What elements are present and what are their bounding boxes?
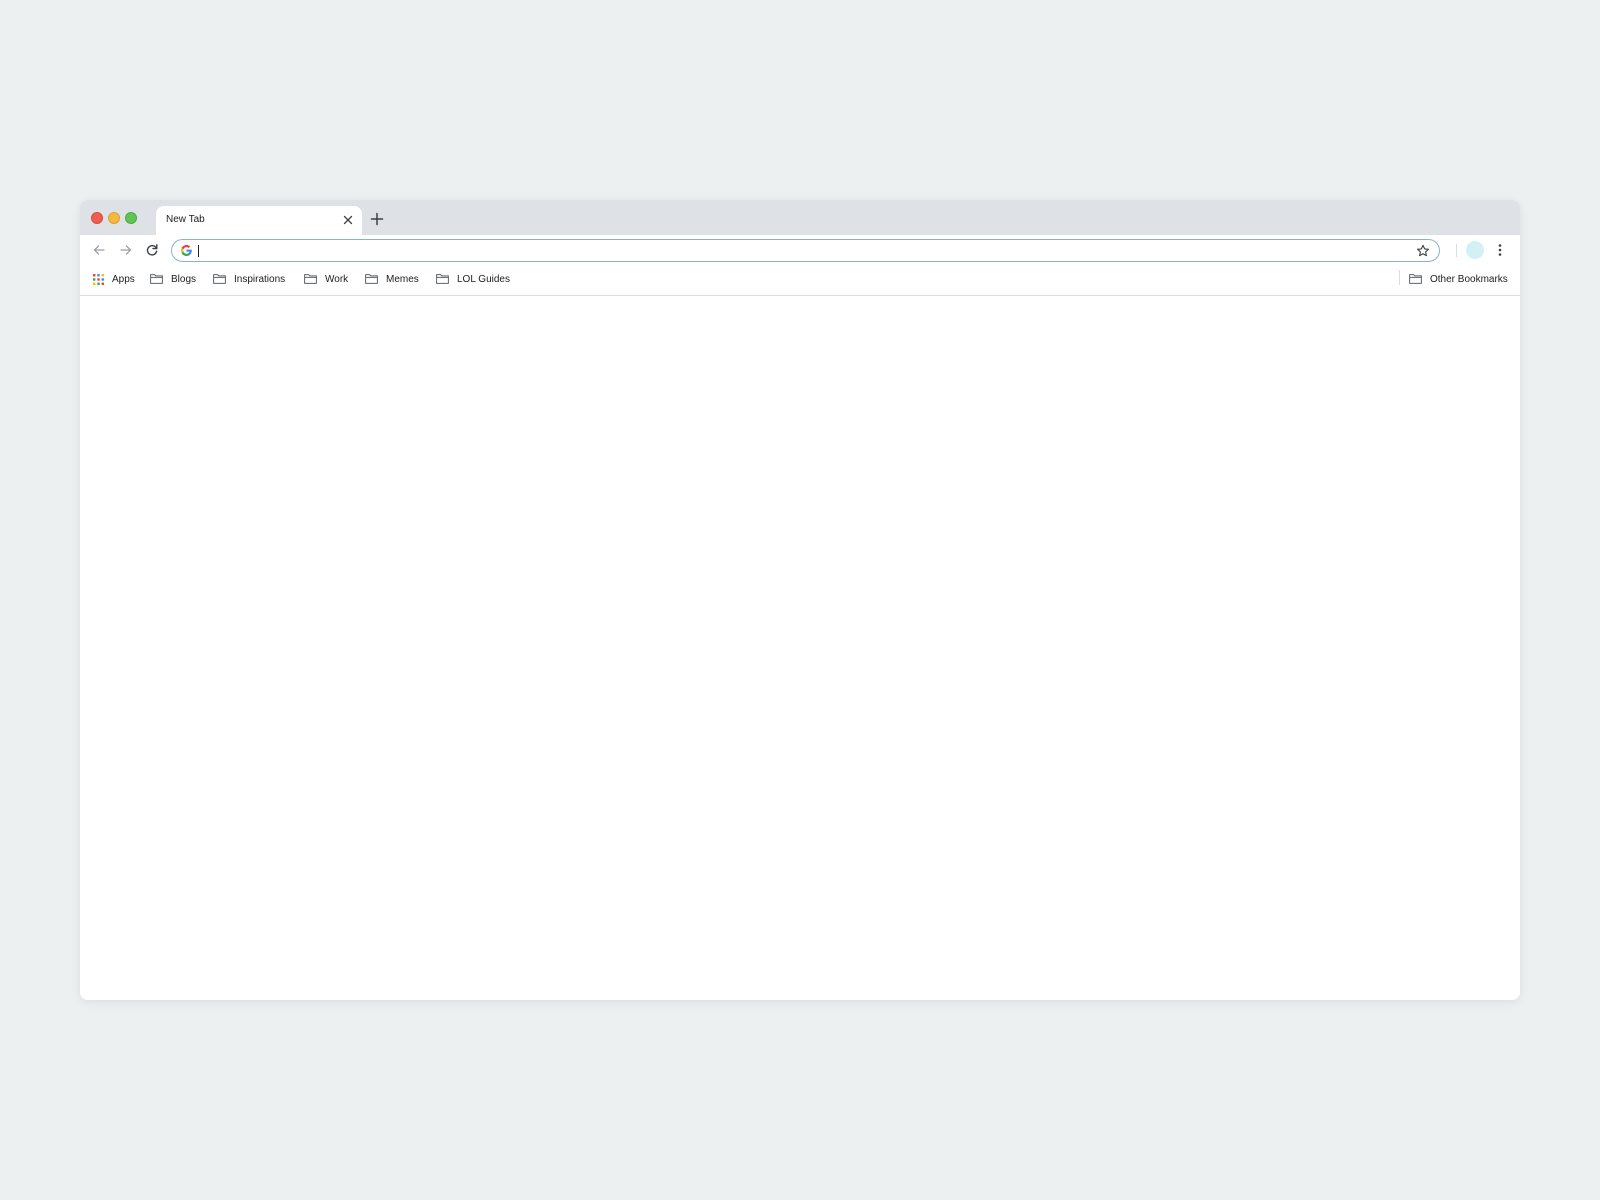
close-icon[interactable] (342, 214, 354, 226)
bookmarks-divider (1399, 270, 1400, 285)
folder-icon (150, 274, 163, 284)
page-content[interactable] (80, 296, 1520, 1000)
bookmark-label: Blogs (171, 273, 197, 285)
google-g-icon (181, 245, 192, 256)
browser-window: New Tab Apps Blogs Inspirations Work Mem… (80, 200, 1520, 1000)
bookmark-folder-blogs[interactable]: Blogs (150, 271, 196, 287)
bookmarks-bar: Apps Blogs Inspirations Work Memes LOL G… (80, 265, 1520, 296)
bookmark-folder-memes[interactable]: Memes (365, 271, 419, 287)
reload-icon[interactable] (145, 243, 159, 257)
window-close-button[interactable] (91, 212, 103, 224)
plus-icon[interactable] (370, 212, 384, 226)
bookmark-label: Work (325, 273, 349, 285)
bookmark-label: Memes (386, 273, 419, 285)
apps-grid-icon (93, 273, 104, 285)
bookmark-folder-other-bookmarks[interactable]: Other Bookmarks (1409, 271, 1508, 287)
bookmark-folder-inspirations[interactable]: Inspirations (213, 271, 285, 287)
bookmark-folder-lol-guides[interactable]: LOL Guides (436, 271, 510, 287)
toolbar (80, 235, 1520, 265)
tab-new-tab[interactable]: New Tab (156, 206, 362, 235)
folder-icon (213, 274, 226, 284)
toolbar-divider (1456, 244, 1457, 257)
folder-icon (304, 274, 317, 284)
bookmark-label: Apps (112, 273, 135, 285)
arrow-right-icon[interactable] (119, 243, 133, 257)
folder-icon (365, 274, 378, 284)
text-caret (198, 245, 199, 257)
tab-strip: New Tab (80, 200, 1520, 235)
arrow-left-icon[interactable] (92, 243, 106, 257)
window-minimize-button[interactable] (108, 212, 120, 224)
bookmark-label: LOL Guides (457, 273, 510, 285)
window-maximize-button[interactable] (125, 212, 137, 224)
bookmark-label: Other Bookmarks (1430, 273, 1508, 285)
folder-icon (436, 274, 449, 284)
folder-icon (1409, 274, 1422, 284)
bookmark-folder-work[interactable]: Work (304, 271, 348, 287)
vertical-dots-icon[interactable] (1495, 243, 1505, 257)
bookmark-apps[interactable]: Apps (93, 271, 135, 287)
star-outline-icon[interactable] (1416, 244, 1430, 258)
tab-title: New Tab (166, 214, 205, 225)
bookmark-label: Inspirations (234, 273, 286, 285)
omnibox[interactable] (171, 239, 1440, 262)
address-input[interactable] (196, 242, 1396, 259)
profile-avatar[interactable] (1466, 241, 1484, 259)
